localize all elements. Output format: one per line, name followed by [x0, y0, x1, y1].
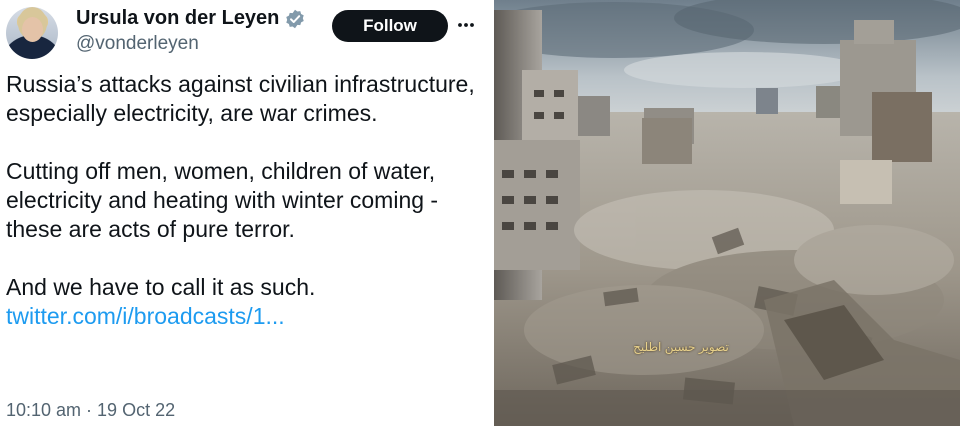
tweet-card: Ursula von der Leyen @vonderleyen Follow… [0, 0, 494, 426]
composite-image: Ursula von der Leyen @vonderleyen Follow… [0, 0, 960, 426]
photo-watermark: تصوير حسين اطليح [633, 340, 729, 354]
tweet-paragraph-3: And we have to call it as such. twitter.… [6, 273, 486, 331]
author-name[interactable]: Ursula von der Leyen [76, 7, 305, 30]
tweet-timestamp[interactable]: 10:10 am · 19 Oct 22 [6, 400, 175, 421]
verified-badge-icon [285, 9, 305, 29]
follow-button[interactable]: Follow [332, 10, 448, 42]
rubble-photo [494, 0, 960, 426]
broadcast-link[interactable]: twitter.com/i/broadcasts/1... [6, 303, 285, 329]
tweet-body: Russia’s attacks against civilian infras… [6, 70, 486, 360]
avatar-face [22, 17, 43, 42]
author-name-text[interactable]: Ursula von der Leyen [76, 7, 279, 30]
author-handle[interactable]: @vonderleyen [76, 33, 199, 55]
tweet-paragraph-3-text: And we have to call it as such. [6, 274, 316, 300]
tweet-paragraph-2: Cutting off men, women, children of wate… [6, 158, 439, 242]
more-options-icon[interactable] [455, 14, 477, 36]
tweet-paragraph-1: Russia’s attacks against civilian infras… [6, 71, 475, 126]
avatar[interactable] [6, 7, 58, 59]
